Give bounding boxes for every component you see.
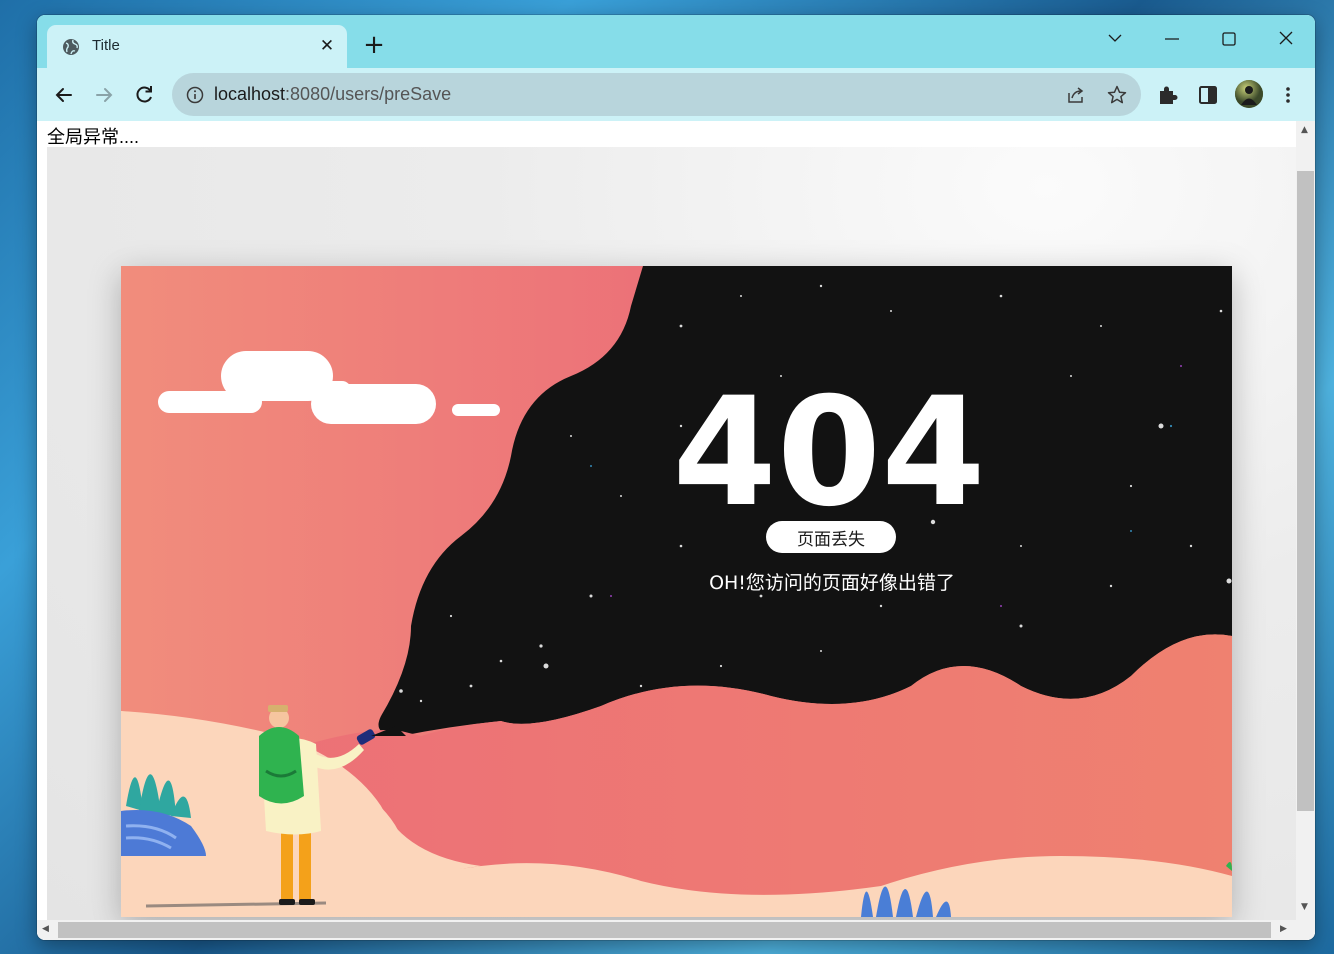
address-bar[interactable]: localhost:8080/users/preSave — [172, 73, 1141, 116]
new-tab-button[interactable]: + — [360, 31, 388, 59]
close-window-icon[interactable] — [1263, 21, 1309, 55]
404-illustration: 404 页面丢失 OH!您访问的页面好像出错了 — [121, 266, 1232, 917]
chevron-down-icon[interactable] — [1092, 21, 1138, 55]
error-code: 404 — [672, 366, 985, 540]
globe-icon — [63, 39, 79, 55]
bookmark-star-icon[interactable] — [1106, 84, 1128, 106]
scroll-down-arrow-icon[interactable]: ▼ — [1301, 902, 1308, 912]
profile-avatar[interactable] — [1234, 79, 1264, 109]
tab-title[interactable]: Title ✕ — [47, 25, 347, 68]
minimize-icon[interactable] — [1149, 21, 1195, 55]
horizontal-scroll-thumb[interactable] — [58, 922, 1271, 938]
page-content: 全局异常.... 404 页面丢失 OH!您访问的页面好像出错了 ▲ ▼ ◀ ▶ — [37, 121, 1315, 940]
side-panel-icon[interactable] — [1194, 81, 1222, 109]
error-page-background: 404 页面丢失 OH!您访问的页面好像出错了 — [47, 147, 1296, 940]
horizontal-scrollbar[interactable]: ◀ ▶ — [37, 920, 1315, 940]
url-path: :8080/users/preSave — [285, 84, 452, 104]
scroll-up-arrow-icon[interactable]: ▲ — [1301, 125, 1308, 135]
error-message: OH!您访问的页面好像出错了 — [709, 572, 955, 594]
page-lost-badge: 页面丢失 — [797, 530, 865, 550]
menu-dots-icon[interactable] — [1274, 81, 1302, 109]
tab-strip: Title ✕ + — [37, 15, 1315, 68]
global-error-text: 全局异常.... — [47, 127, 140, 147]
tab-label: Title — [92, 37, 120, 54]
scroll-right-arrow-icon[interactable]: ▶ — [1280, 924, 1287, 934]
info-icon[interactable] — [186, 86, 204, 104]
forward-icon[interactable] — [90, 81, 118, 109]
extensions-puzzle-icon[interactable] — [1154, 81, 1182, 109]
vertical-scroll-thumb[interactable] — [1297, 171, 1314, 811]
url-text[interactable]: localhost:8080/users/preSave — [214, 84, 451, 105]
url-host: localhost — [214, 84, 286, 104]
tab-close-icon[interactable]: ✕ — [315, 34, 339, 58]
maximize-icon[interactable] — [1206, 21, 1252, 55]
browser-toolbar: localhost:8080/users/preSave — [37, 68, 1315, 121]
share-icon[interactable] — [1066, 85, 1086, 105]
reload-icon[interactable] — [130, 81, 158, 109]
vertical-scrollbar[interactable]: ▲ ▼ — [1296, 121, 1315, 920]
browser-window: Title ✕ + localhost:8080/users/preSave 全… — [37, 15, 1315, 940]
back-icon[interactable] — [50, 81, 78, 109]
scroll-left-arrow-icon[interactable]: ◀ — [42, 924, 49, 934]
